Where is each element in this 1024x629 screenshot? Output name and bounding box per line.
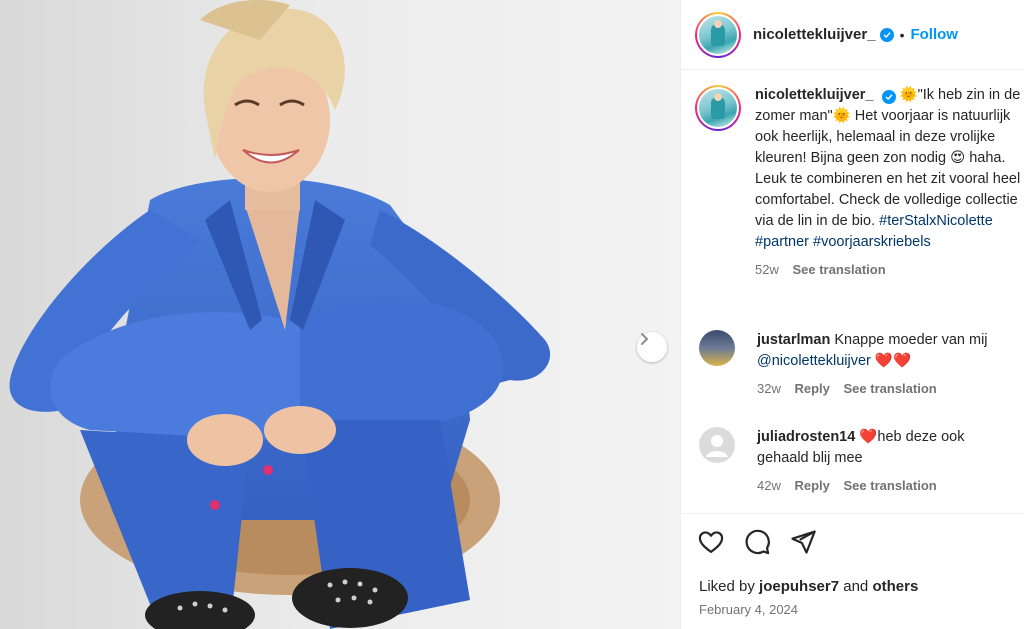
- comment-meta: 42w Reply See translation: [757, 475, 1019, 496]
- caption-username[interactable]: nicolettekluijver_: [755, 87, 873, 103]
- see-translation-link[interactable]: See translation: [844, 478, 937, 493]
- post-author-username[interactable]: nicolettekluijver_: [753, 26, 876, 43]
- reply-button[interactable]: Reply: [794, 381, 829, 396]
- next-slide-button[interactable]: [637, 332, 667, 362]
- caption-body: 🌞"Ik heb zin in de zomer man"🌞 Het voorj…: [755, 87, 1021, 229]
- post-image[interactable]: [0, 0, 680, 629]
- caption-text-block: nicolettekluijver_ 🌞"Ik heb zin in de zo…: [755, 85, 1024, 280]
- verified-badge-icon: [881, 90, 896, 104]
- post-caption: nicolettekluijver_ 🌞"Ik heb zin in de zo…: [695, 85, 1024, 280]
- comment-timestamp: 42w: [757, 478, 781, 493]
- caption-avatar[interactable]: [695, 85, 741, 131]
- comment-bubble-icon: [745, 529, 770, 555]
- hashtag-link[interactable]: #partner: [755, 234, 809, 250]
- avatar[interactable]: [695, 11, 741, 58]
- comment-username[interactable]: justarlman: [757, 332, 830, 348]
- comment-body: juliadrosten14 ❤️heb deze ook gehaald bl…: [757, 427, 1019, 496]
- reply-button[interactable]: Reply: [794, 478, 829, 493]
- comment-username[interactable]: juliadrosten14: [757, 429, 855, 445]
- post-header: nicolettekluijver_ • Follow: [681, 0, 1024, 70]
- heart-emoji-icon: ❤️❤️: [874, 353, 911, 369]
- verified-badge-icon: [879, 27, 894, 42]
- heart-emoji-icon: ❤️: [859, 429, 878, 445]
- see-translation-link[interactable]: See translation: [792, 262, 885, 277]
- see-translation-link[interactable]: See translation: [844, 381, 937, 396]
- caption-meta: 52w See translation: [755, 259, 1024, 280]
- hashtag-link[interactable]: #terStalxNicolette: [879, 213, 993, 229]
- comment-meta: 32w Reply See translation: [757, 378, 1019, 399]
- comment-button[interactable]: [743, 528, 771, 561]
- comment-timestamp: 32w: [757, 381, 781, 396]
- comment-text: Knappe moeder van mij: [834, 332, 988, 348]
- share-button[interactable]: [789, 528, 817, 561]
- separator-dot: •: [899, 26, 905, 43]
- action-icons: [697, 528, 817, 561]
- avatar[interactable]: [699, 330, 735, 366]
- post-side-panel: nicolettekluijver_ • Follow nicoletteklu…: [680, 0, 1024, 629]
- liked-and: and: [843, 578, 869, 595]
- post-date[interactable]: February 4, 2024: [699, 602, 798, 617]
- comment-item: juliadrosten14 ❤️heb deze ook gehaald bl…: [699, 427, 1019, 496]
- caption-timestamp: 52w: [755, 262, 779, 277]
- liked-prefix: Liked by: [699, 578, 755, 595]
- paper-plane-icon: [791, 530, 816, 554]
- comment-body: justarlman Knappe moeder van mij @nicole…: [757, 330, 1019, 399]
- liked-others-link[interactable]: others: [872, 578, 918, 595]
- heart-outline-icon: [698, 531, 724, 554]
- mention-link[interactable]: @nicolettekluijver: [757, 353, 871, 369]
- default-avatar-icon[interactable]: [699, 427, 735, 463]
- chevron-right-icon: [641, 333, 648, 345]
- likes-summary: Liked by joepuhser7 and others: [699, 578, 918, 595]
- post-photo-illustration: [0, 0, 680, 629]
- follow-button[interactable]: Follow: [910, 26, 958, 43]
- comments-list[interactable]: nicolettekluijver_ 🌞"Ik heb zin in de zo…: [681, 71, 1024, 513]
- hashtag-link[interactable]: #voorjaarskriebels: [813, 234, 931, 250]
- comment-item: justarlman Knappe moeder van mij @nicole…: [699, 330, 1019, 399]
- like-button[interactable]: [697, 528, 725, 561]
- post-actions: Liked by joepuhser7 and others February …: [681, 513, 1024, 629]
- liked-user-link[interactable]: joepuhser7: [759, 578, 839, 595]
